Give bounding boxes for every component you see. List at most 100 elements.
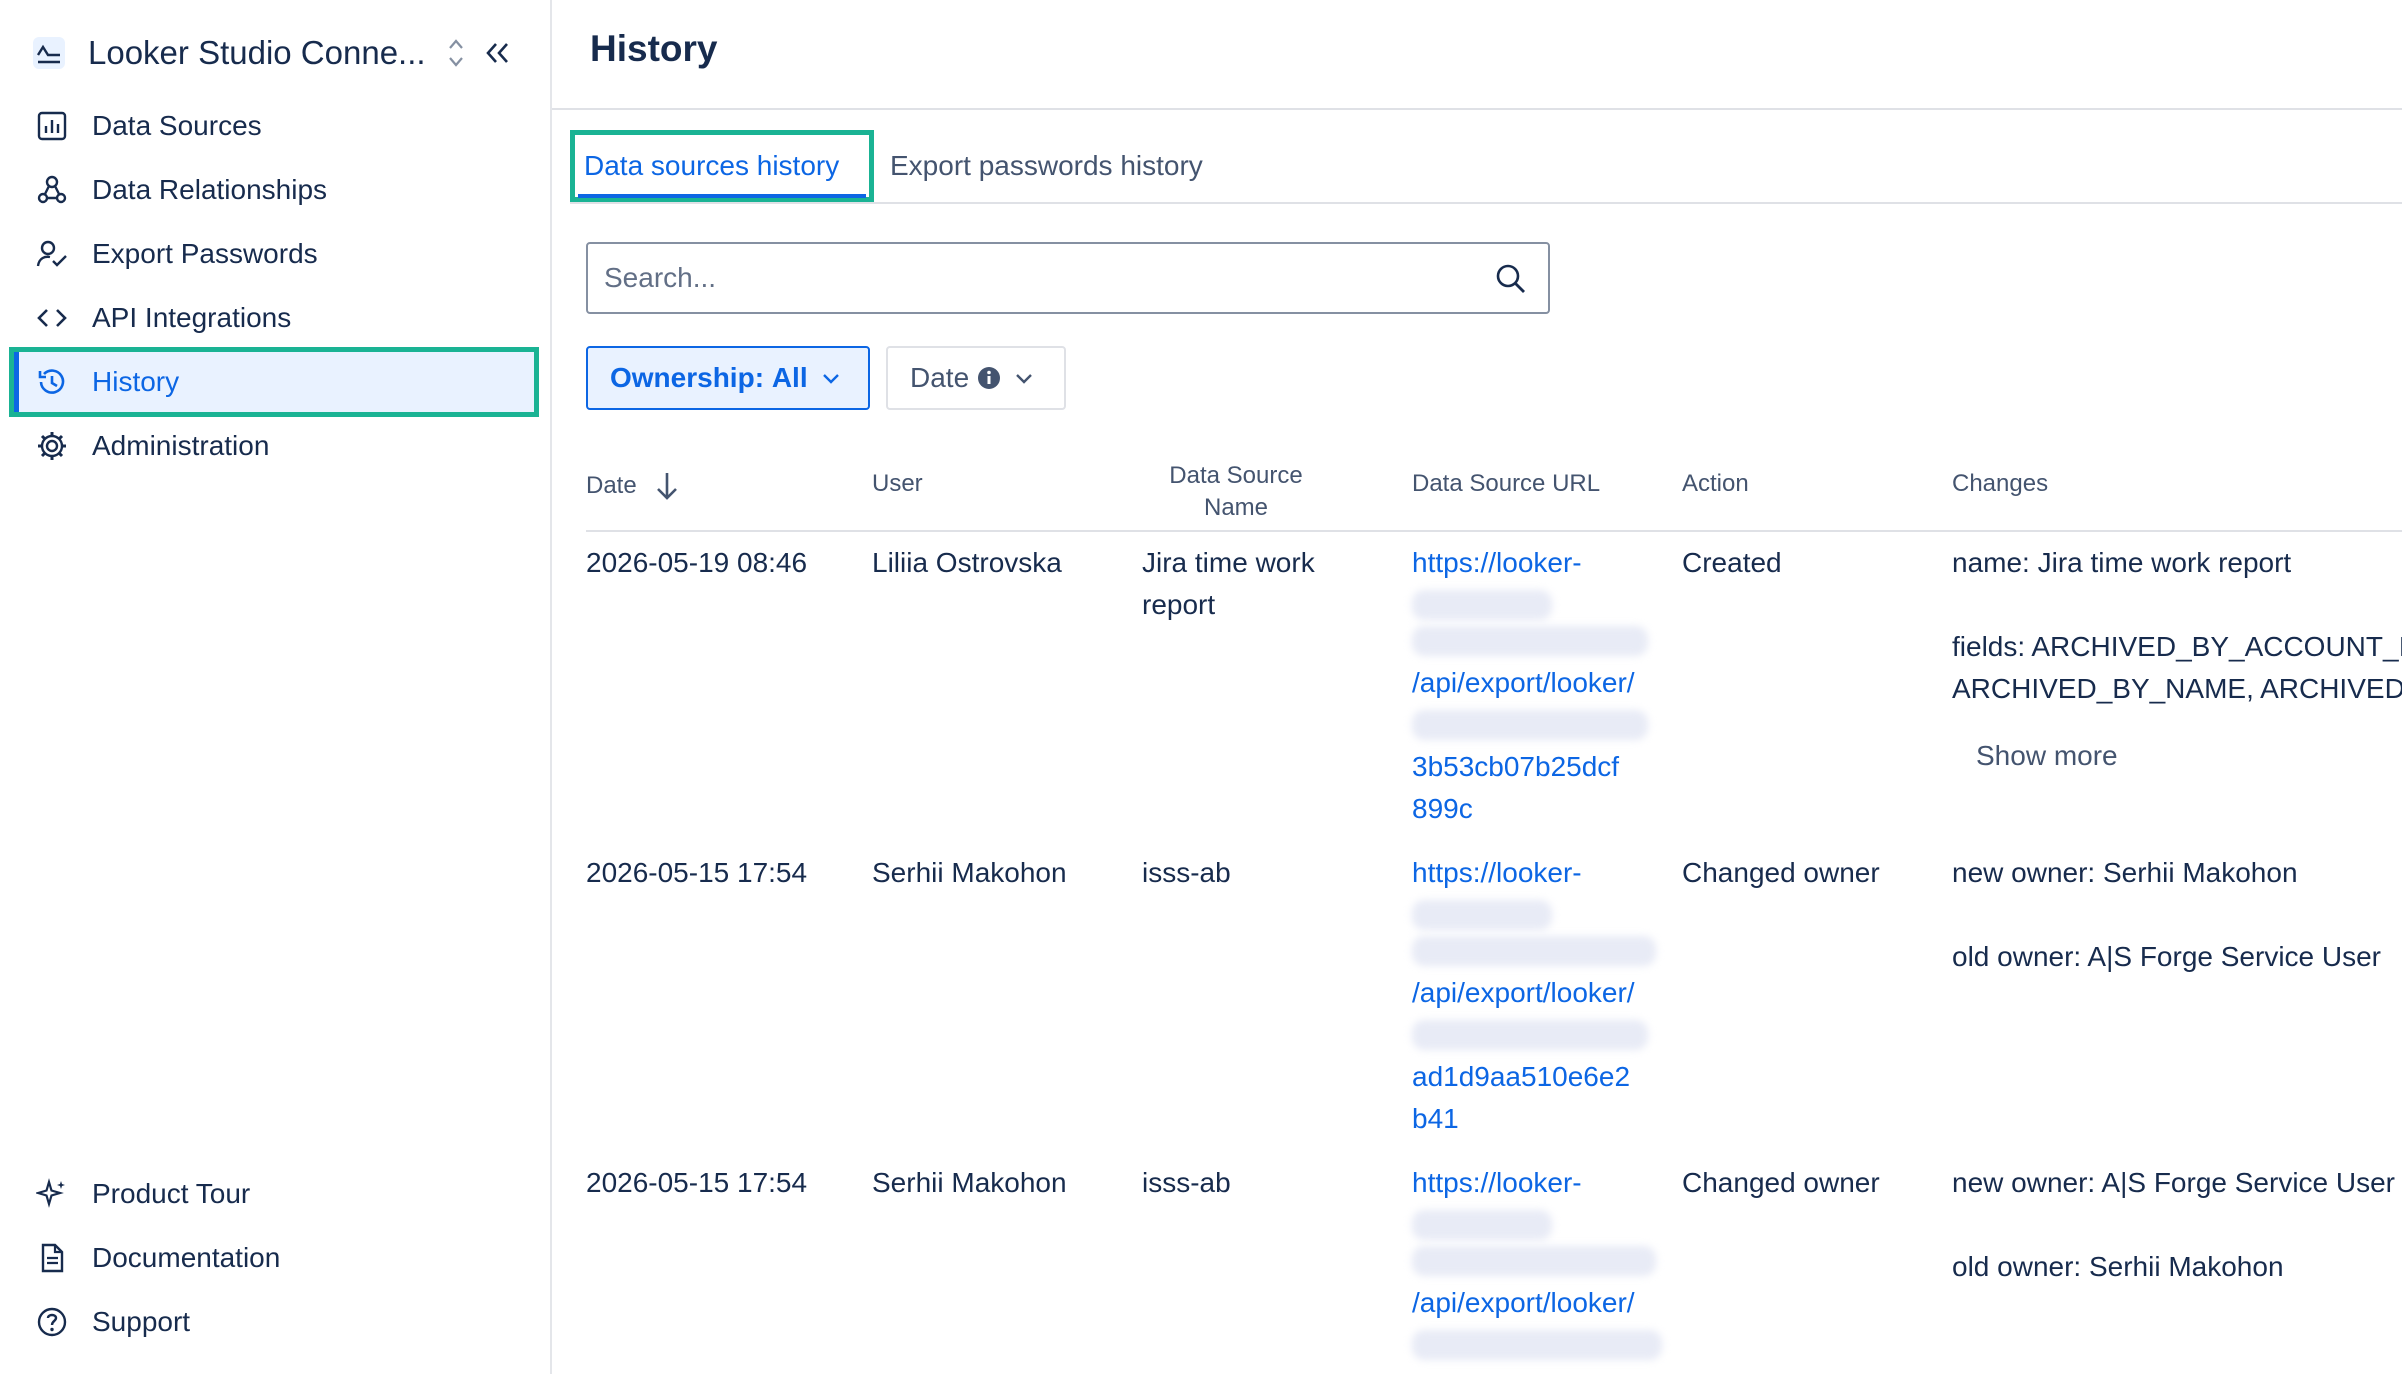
- redacted-text: [1412, 936, 1656, 966]
- cell-user: Serhii Makohon: [872, 1167, 1067, 1198]
- column-header-user[interactable]: User: [872, 470, 923, 498]
- column-label: Date: [586, 472, 637, 499]
- sidebar-item-label: API Integrations: [92, 302, 292, 333]
- tab-data-sources-history[interactable]: Data sources history: [570, 130, 874, 202]
- gear-icon: [34, 428, 70, 464]
- data-source-url-link[interactable]: https://looker- /api/export/looker/ 3b53…: [1412, 542, 1662, 830]
- cell-user: Serhii Makohon: [872, 857, 1067, 888]
- sidebar-item-label: Export Passwords: [92, 238, 318, 269]
- app-header: Looker Studio Conne...: [32, 30, 522, 76]
- sparkle-icon: [34, 1176, 70, 1212]
- column-header-data-source-url[interactable]: Data Source URL: [1412, 470, 1600, 498]
- sidebar-item-label: Product Tour: [92, 1178, 251, 1209]
- url-line: b41: [1412, 1103, 1459, 1134]
- app-title: Looker Studio Conne...: [88, 34, 426, 71]
- redacted-text: [1412, 626, 1648, 656]
- search-input[interactable]: [602, 261, 1466, 295]
- redacted-text: [1412, 1330, 1662, 1360]
- cell-user: Liliia Ostrovska: [872, 547, 1062, 578]
- code-icon: [34, 300, 70, 336]
- sidebar-item-product-tour[interactable]: Product Tour: [14, 1164, 534, 1224]
- sidebar-item-api-integrations[interactable]: API Integrations: [14, 288, 534, 348]
- change-line: new owner: A|S Forge Service User: [1952, 1167, 2396, 1198]
- ownership-filter-label: Ownership: [610, 362, 755, 393]
- change-line: old owner: Serhii Makohon: [1952, 1251, 2284, 1282]
- sidebar-item-documentation[interactable]: Documentation: [14, 1228, 534, 1288]
- change-line: name: Jira time work report: [1952, 547, 2292, 578]
- main-content: History Data sources history Export pass…: [552, 0, 2402, 1374]
- chevron-up-down-icon[interactable]: [444, 34, 468, 72]
- sidebar-item-label: Data Relationships: [92, 174, 328, 205]
- sidebar-item-administration[interactable]: Administration: [14, 416, 534, 476]
- redacted-text: [1412, 1210, 1552, 1240]
- cell-data-source-name: isss-ab: [1142, 1167, 1231, 1198]
- change-line: old owner: A|S Forge Service User: [1952, 941, 2382, 972]
- chevron-down-icon: [822, 374, 839, 384]
- sidebar-item-data-sources[interactable]: Data Sources: [14, 96, 534, 156]
- url-line: https://looker-: [1412, 857, 1582, 888]
- sidebar-item-export-passwords[interactable]: Export Passwords: [14, 224, 534, 284]
- url-line: ad1d9aa510e6e2: [1412, 1061, 1631, 1092]
- column-header-changes[interactable]: Changes: [1952, 470, 2048, 498]
- arrow-down-icon: [656, 473, 677, 500]
- tab-export-passwords-history[interactable]: Export passwords history: [890, 130, 1203, 202]
- cell-action: Changed owner: [1682, 857, 1880, 888]
- info-icon: [978, 367, 1001, 389]
- cell-changes: new owner: Serhii Makohon old owner: A|S…: [1952, 852, 2402, 978]
- cell-changes: name: Jira time work report fields: ARCH…: [1952, 542, 2402, 710]
- cell-action: Created: [1682, 547, 1782, 578]
- search-icon[interactable]: [1494, 262, 1528, 296]
- double-chevron-left-icon[interactable]: [480, 36, 514, 70]
- relationships-icon: [34, 172, 70, 208]
- bar-chart-icon: [34, 108, 70, 144]
- data-source-url-link[interactable]: https://looker- /api/export/looker/ ad1d…: [1412, 852, 1662, 1140]
- url-line: /api/export/looker/: [1412, 977, 1635, 1008]
- header-divider: [552, 108, 2402, 110]
- sidebar-item-label: Administration: [92, 430, 270, 461]
- sidebar-item-history[interactable]: History: [9, 347, 539, 417]
- sidebar-item-label: Support: [92, 1306, 191, 1337]
- history-icon: [34, 364, 70, 400]
- column-header-data-source-name[interactable]: Data Source Name: [1148, 460, 1324, 524]
- document-icon: [34, 1240, 70, 1276]
- sidebar-item-label: Documentation: [92, 1242, 281, 1273]
- show-more-button[interactable]: Show more: [1976, 740, 2118, 772]
- cell-data-source-name: Jira time work report: [1142, 542, 1382, 626]
- page-title: History: [590, 28, 718, 69]
- ownership-filter-value: All: [771, 362, 808, 393]
- sidebar-item-support[interactable]: Support: [14, 1292, 534, 1352]
- url-line: https://looker-: [1412, 1167, 1582, 1198]
- search-box: [586, 242, 1550, 314]
- history-tabs: Data sources history Export passwords hi…: [570, 130, 2402, 204]
- sidebar-item-label: Data Sources: [92, 110, 262, 141]
- change-line: new owner: Serhii Makohon: [1952, 857, 2298, 888]
- table-header-divider: [586, 530, 2402, 532]
- tab-label: Data sources history: [584, 150, 840, 181]
- user-check-icon: [34, 236, 70, 272]
- cell-data-source-name: isss-ab: [1142, 857, 1231, 888]
- cell-date: 2026-05-19 08:46: [586, 547, 808, 578]
- url-line: https://looker-: [1412, 547, 1582, 578]
- redacted-text: [1412, 1246, 1656, 1276]
- data-source-url-link[interactable]: https://looker- /api/export/looker/: [1412, 1162, 1662, 1366]
- column-header-date[interactable]: Date: [586, 470, 681, 502]
- redacted-text: [1412, 590, 1552, 620]
- url-line: /api/export/looker/: [1412, 667, 1635, 698]
- redacted-text: [1412, 900, 1552, 930]
- chevron-down-icon: [1016, 374, 1033, 384]
- sidebar: Looker Studio Conne... Data Sources Data…: [0, 0, 552, 1374]
- redacted-text: [1412, 710, 1648, 740]
- sidebar-item-data-relationships[interactable]: Data Relationships: [14, 160, 534, 220]
- cell-action: Changed owner: [1682, 1167, 1880, 1198]
- url-line: 3b53cb07b25dcf: [1412, 751, 1620, 782]
- url-line: /api/export/looker/: [1412, 1287, 1635, 1318]
- column-header-action[interactable]: Action: [1682, 470, 1749, 498]
- ownership-filter-colon: :: [754, 362, 772, 393]
- url-line: 899c: [1412, 793, 1473, 824]
- name-line: report: [1142, 589, 1216, 620]
- cell-date: 2026-05-15 17:54: [586, 857, 808, 888]
- date-filter-button[interactable]: Date: [886, 346, 1066, 410]
- ownership-filter-button[interactable]: Ownership: All: [586, 346, 870, 410]
- sidebar-item-label: History: [92, 366, 180, 397]
- redacted-text: [1412, 1020, 1648, 1050]
